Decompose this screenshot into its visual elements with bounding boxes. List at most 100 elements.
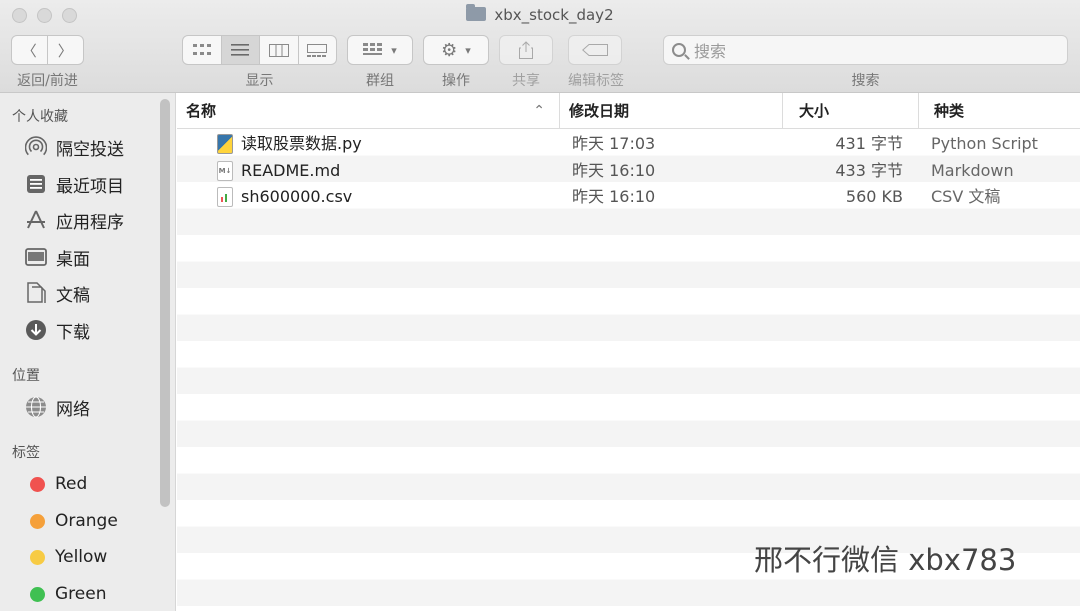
file-name: sh600000.csv — [241, 187, 353, 206]
python-file-icon — [217, 134, 233, 154]
column-header-label: 名称 — [186, 102, 217, 120]
back-button[interactable]: 〈 — [12, 36, 48, 64]
tag-icon — [582, 44, 608, 56]
sort-ascending-icon: ⌃ — [533, 103, 545, 119]
sidebar-item-label: 隔空投送 — [56, 139, 124, 160]
edit-tags-button[interactable] — [568, 35, 622, 65]
icon-grid-icon — [192, 44, 211, 55]
forward-button[interactable]: 〉 — [48, 36, 84, 64]
orange-tag-dot-icon — [30, 513, 45, 529]
chevron-down-icon: ▾ — [391, 43, 397, 57]
sidebar-item-network[interactable]: 网络 — [24, 393, 90, 421]
action-label: 操作 — [442, 73, 470, 89]
tags-heading: 标签 — [12, 445, 40, 461]
sidebar-tag-yellow[interactable]: Yellow — [24, 543, 107, 571]
column-header-label: 种类 — [934, 102, 965, 120]
share-button[interactable] — [499, 35, 553, 65]
edit-tags-label: 编辑标签 — [568, 73, 624, 89]
file-name: 读取股票数据.py — [241, 134, 362, 153]
sidebar-item-label: 下载 — [56, 322, 90, 343]
watermark-text: 邢不行微信 xbx783 — [754, 543, 1017, 577]
finder-window: xbx_stock_day2 〈 〉 返回/前进 显示 ▾ 群组 ⚙ ▾ 操作 … — [0, 0, 1080, 611]
view-label: 显示 — [245, 73, 274, 89]
group-button[interactable]: ▾ — [347, 35, 413, 65]
sidebar-scrollbar[interactable] — [160, 99, 170, 507]
red-tag-dot-icon — [30, 476, 45, 492]
icon-view-button[interactable] — [183, 36, 222, 64]
view-mode-control — [182, 35, 337, 65]
network-icon — [24, 395, 48, 419]
downloads-icon — [24, 318, 48, 342]
chevron-down-icon: ▾ — [465, 43, 471, 57]
search-placeholder: 搜索 — [694, 42, 727, 61]
back-forward-control: 〈 〉 — [11, 35, 84, 65]
column-header-date[interactable]: 修改日期 — [559, 93, 782, 129]
sidebar-item-label: Green — [55, 584, 107, 604]
gallery-view-button[interactable] — [299, 36, 337, 64]
folder-icon — [466, 4, 487, 21]
sidebar-item-label: Red — [55, 474, 88, 494]
back-forward-label: 返回/前进 — [17, 73, 78, 89]
sidebar-tag-orange[interactable]: Orange — [24, 507, 118, 535]
column-view-button[interactable] — [260, 36, 299, 64]
window-title: xbx_stock_day2 — [0, 4, 1080, 26]
file-size: 431 字节 — [835, 134, 903, 153]
share-label: 共享 — [512, 73, 540, 89]
sidebar-item-airdrop[interactable]: 隔空投送 — [24, 133, 124, 161]
sidebar-item-label: 桌面 — [56, 249, 90, 270]
search-label: 搜索 — [851, 73, 880, 89]
file-kind: CSV 文稿 — [931, 187, 1001, 206]
gallery-icon — [307, 43, 328, 57]
chevron-left-icon: 〈 — [21, 41, 37, 60]
file-kind: Markdown — [931, 160, 1014, 180]
yellow-tag-dot-icon — [30, 549, 45, 565]
documents-icon — [24, 281, 48, 305]
file-name: README.md — [241, 160, 341, 180]
group-label: 群组 — [366, 73, 394, 89]
action-button[interactable]: ⚙ ▾ — [423, 35, 489, 65]
csv-file-icon — [217, 187, 233, 207]
list-view-button[interactable] — [221, 36, 260, 64]
sidebar-tag-green[interactable]: Green — [24, 580, 106, 608]
file-row[interactable]: 读取股票数据.py 昨天 17:03 431 字节 Python Script — [177, 131, 1080, 158]
sidebar-item-documents[interactable]: 文稿 — [24, 279, 90, 307]
column-header-kind[interactable]: 种类 — [918, 93, 1080, 129]
sidebar-item-label: 应用程序 — [56, 212, 124, 233]
gear-icon: ⚙ — [441, 39, 458, 61]
locations-heading: 位置 — [12, 368, 40, 384]
column-header-label: 大小 — [799, 102, 830, 120]
recents-icon — [24, 172, 48, 196]
toolbar: xbx_stock_day2 〈 〉 返回/前进 显示 ▾ 群组 ⚙ ▾ 操作 … — [0, 0, 1080, 93]
applications-icon — [24, 208, 48, 232]
favorites-heading: 个人收藏 — [12, 109, 68, 125]
column-header-label: 修改日期 — [569, 102, 630, 120]
sidebar-item-label: 最近项目 — [56, 176, 124, 197]
sidebar-item-label: Orange — [55, 511, 118, 531]
file-date: 昨天 16:10 — [572, 160, 656, 180]
window-title-text: xbx_stock_day2 — [494, 6, 614, 24]
list-header: 名称 ⌃ 修改日期 大小 种类 — [177, 93, 1080, 129]
search-field[interactable]: 搜索 — [663, 35, 1068, 65]
search-icon — [672, 43, 686, 57]
columns-icon — [268, 43, 289, 57]
file-list: 名称 ⌃ 修改日期 大小 种类 读取股票数据.py 昨天 17:03 431 字… — [177, 93, 1080, 611]
sidebar-item-label: Yellow — [55, 547, 108, 567]
file-size: 560 KB — [845, 187, 903, 206]
desktop-icon — [24, 245, 48, 269]
sidebar-tag-red[interactable]: Red — [24, 470, 87, 498]
sidebar-item-downloads[interactable]: 下载 — [24, 316, 90, 344]
file-date: 昨天 17:03 — [572, 134, 656, 153]
markdown-file-icon: M↓ — [217, 160, 233, 181]
column-header-size[interactable]: 大小 — [782, 93, 918, 129]
file-row[interactable]: sh600000.csv 昨天 16:10 560 KB CSV 文稿 — [177, 184, 1080, 211]
sidebar-item-recents[interactable]: 最近项目 — [24, 170, 124, 198]
file-row[interactable]: M↓ README.md 昨天 16:10 433 字节 Markdown — [177, 158, 1080, 185]
group-grid-icon — [363, 43, 383, 55]
sidebar-item-desktop[interactable]: 桌面 — [24, 243, 90, 271]
green-tag-dot-icon — [30, 586, 45, 602]
sidebar-item-label: 文稿 — [56, 285, 90, 306]
column-header-name[interactable]: 名称 ⌃ — [177, 93, 559, 129]
sidebar-item-label: 网络 — [56, 399, 90, 420]
file-size: 433 字节 — [835, 160, 903, 180]
sidebar-item-applications[interactable]: 应用程序 — [24, 206, 124, 234]
